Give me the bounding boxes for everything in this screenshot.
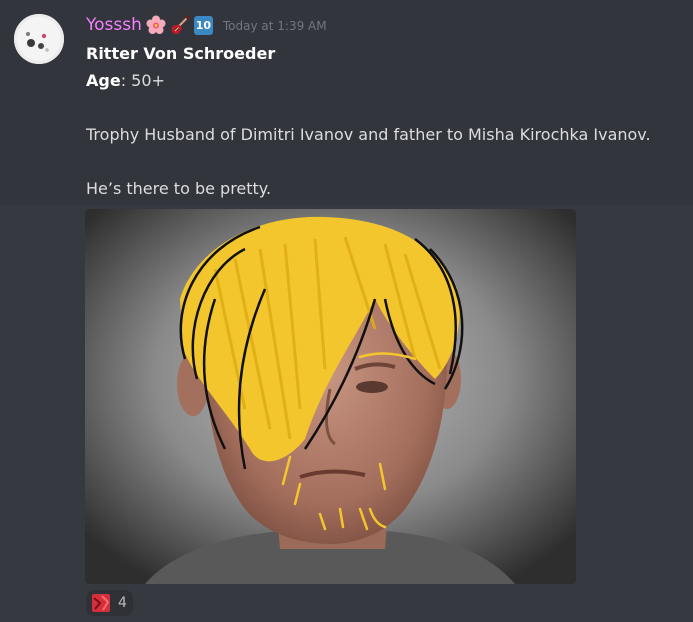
message-timestamp[interactable]: Today at 1:39 AM — [223, 17, 327, 33]
keycap-ten-icon: 10 — [193, 15, 213, 35]
reaction-count: 4 — [118, 595, 127, 611]
age-line: Age: 50+ — [86, 67, 686, 94]
character-name: Ritter Von Schroeder — [86, 44, 276, 63]
age-value: : 50+ — [120, 71, 165, 90]
note-text: He’s there to be pretty. — [86, 179, 272, 198]
user-avatar[interactable] — [14, 14, 64, 64]
message-content: Ritter Von Schroeder Age: 50+ Trophy Hus… — [86, 40, 686, 202]
guitar-icon — [170, 14, 191, 35]
cherry-blossom-icon — [146, 15, 166, 35]
username[interactable]: Yosssh — [86, 15, 142, 35]
custom-reaction-emoji-icon — [92, 594, 110, 612]
image-attachment[interactable] — [85, 209, 576, 584]
age-label: Age — [86, 71, 121, 90]
reaction-button[interactable]: 4 — [86, 590, 133, 616]
portrait-image — [85, 209, 576, 584]
description-text: Trophy Husband of Dimitri Ivanov and fat… — [86, 125, 651, 144]
message-header: Yosssh 10 Today at 1:39 AM — [86, 12, 327, 38]
avatar-image — [14, 14, 64, 64]
